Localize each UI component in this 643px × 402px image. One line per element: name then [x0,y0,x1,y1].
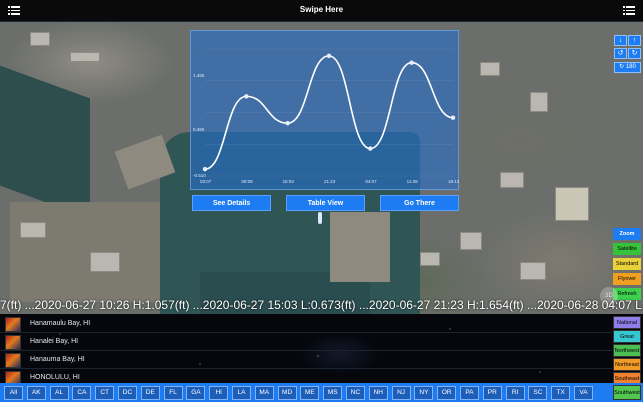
state-tab-ri[interactable]: RI [505,386,525,400]
state-tab-sc[interactable]: SC [528,386,548,400]
building [90,252,120,272]
region-northeast-button[interactable]: Northeast [613,358,641,371]
state-tab-fl[interactable]: FL [163,386,183,400]
state-tab-ms[interactable]: MS [323,386,343,400]
state-tab-md[interactable]: MD [277,386,297,400]
state-tab-ca[interactable]: CA [72,386,92,400]
top-bar: Swipe Here [0,0,643,22]
x-tick-label: 03:07 [200,179,212,184]
state-tab-all[interactable]: All [4,386,23,400]
x-tick-label: 21:23 [324,179,336,184]
station-name: Hanauma Bay, HI [30,356,85,363]
state-tab-ma[interactable]: MA [254,386,274,400]
state-tab-hi[interactable]: HI [209,386,229,400]
state-tab-la[interactable]: LA [232,386,251,400]
state-tab-ak[interactable]: AK [26,386,46,400]
state-tab-bar: Southwest All AK AL CA CT DC DE FL GA HI LA MA MD ME M… [0,383,643,402]
station-name: HONOLULU, HI [30,374,80,381]
state-tab-nh[interactable]: NH [368,386,388,400]
list-item[interactable]: Hanauma Bay, HI [0,352,612,369]
y-tick-label: 0.490 [193,127,205,132]
arrow-up-icon[interactable]: ↑ [628,35,641,46]
station-list[interactable]: Hanamaulu Bay, HI Hanalei Bay, HI Hanaum… [0,314,643,384]
tide-chart-svg: 03:07 09:09 15:03 21:23 04:07 11:39 18:13 1.490… [193,48,460,184]
building [460,232,482,250]
building [530,92,548,112]
tide-chart[interactable]: 03:07 09:09 15:03 21:23 04:07 11:39 18:13 1.490… [190,30,460,190]
x-tick-label: 04:07 [365,179,377,184]
y-tick-label: 1.490 [193,73,205,78]
state-tab-pr[interactable]: PR [482,386,502,400]
pier [10,202,160,302]
station-thumbnail [5,317,21,332]
flyover-button[interactable]: Flyover [613,273,641,285]
rotate-180-label: 180 [625,64,636,70]
x-tick-label: 15:03 [283,179,295,184]
state-tab-ny[interactable]: NY [414,386,434,400]
station-name: Hanamaulu Bay, HI [30,320,91,327]
list-item[interactable]: Hanamaulu Bay, HI [0,316,612,333]
region-great-lakes-button[interactable]: Great Lake [613,330,641,353]
rotate-right-icon[interactable]: ↻ [628,48,641,59]
table-view-button[interactable]: Table View [286,195,365,211]
state-tab-me[interactable]: ME [300,386,320,400]
state-tab-pa[interactable]: PA [460,386,479,400]
building [420,252,440,266]
station-thumbnail [5,335,21,350]
state-tab-al[interactable]: AL [49,386,69,400]
tide-point [326,53,332,59]
state-tab-or[interactable]: OR [437,386,457,400]
tide-point [202,166,208,172]
building [555,187,589,221]
building [520,262,546,280]
state-tab-dc[interactable]: DC [118,386,137,400]
building [480,62,500,76]
state-tab-nj[interactable]: NJ [391,386,411,400]
tide-ticker: 7(ft) ...2020-06-27 10:26 H:1.057(ft) ..… [0,298,643,312]
x-tick-label: 09:09 [241,179,253,184]
harbor-water [0,65,90,219]
region-southwest-button[interactable]: Southwest [613,385,641,400]
state-tab-nc[interactable]: NC [346,386,365,400]
region-national-button[interactable]: National [613,316,641,329]
station-thumbnail [5,353,21,368]
zoom-button[interactable]: Zoom [613,228,641,240]
y-tick-label: -0.510 [193,173,206,178]
arrow-down-icon[interactable]: ↓ [614,35,627,46]
state-tab-de[interactable]: DE [140,386,160,400]
tide-point [244,94,249,99]
tide-point [368,146,373,151]
satellite-button[interactable]: Satellite [613,243,641,255]
building [500,172,524,188]
standard-button[interactable]: Standard [613,258,641,270]
list-item[interactable]: Hanalei Bay, HI [0,334,612,351]
rotate-180-button[interactable]: ↻ 180 [614,62,641,73]
go-there-button[interactable]: Go There [380,195,459,211]
state-tab-va[interactable]: VA [574,386,593,400]
pier [330,212,390,282]
see-details-button[interactable]: See Details [192,195,271,211]
building [20,222,46,238]
x-tick-label: 18:13 [448,179,460,184]
list-menu-icon[interactable] [623,5,635,15]
rotate-left-icon[interactable]: ↺ [614,48,627,59]
building [70,52,100,62]
state-tab-tx[interactable]: TX [551,386,571,400]
location-pin-icon[interactable] [318,212,322,224]
tide-point [409,60,414,65]
x-tick-label: 11:39 [407,179,418,184]
region-northwest-button[interactable]: Northwest [613,344,641,357]
list-item[interactable]: HONOLULU, HI [0,370,612,384]
state-tab-ga[interactable]: GA [186,386,206,400]
page-title[interactable]: Swipe Here [0,5,643,14]
satellite-map[interactable]: 03:07 09:09 15:03 21:23 04:07 11:39 18:13 1.490… [0,22,643,314]
tide-point [285,120,290,126]
state-tab-ct[interactable]: CT [95,386,115,400]
station-name: Hanalei Bay, HI [30,338,79,345]
building [30,32,50,46]
tide-point [450,115,456,120]
